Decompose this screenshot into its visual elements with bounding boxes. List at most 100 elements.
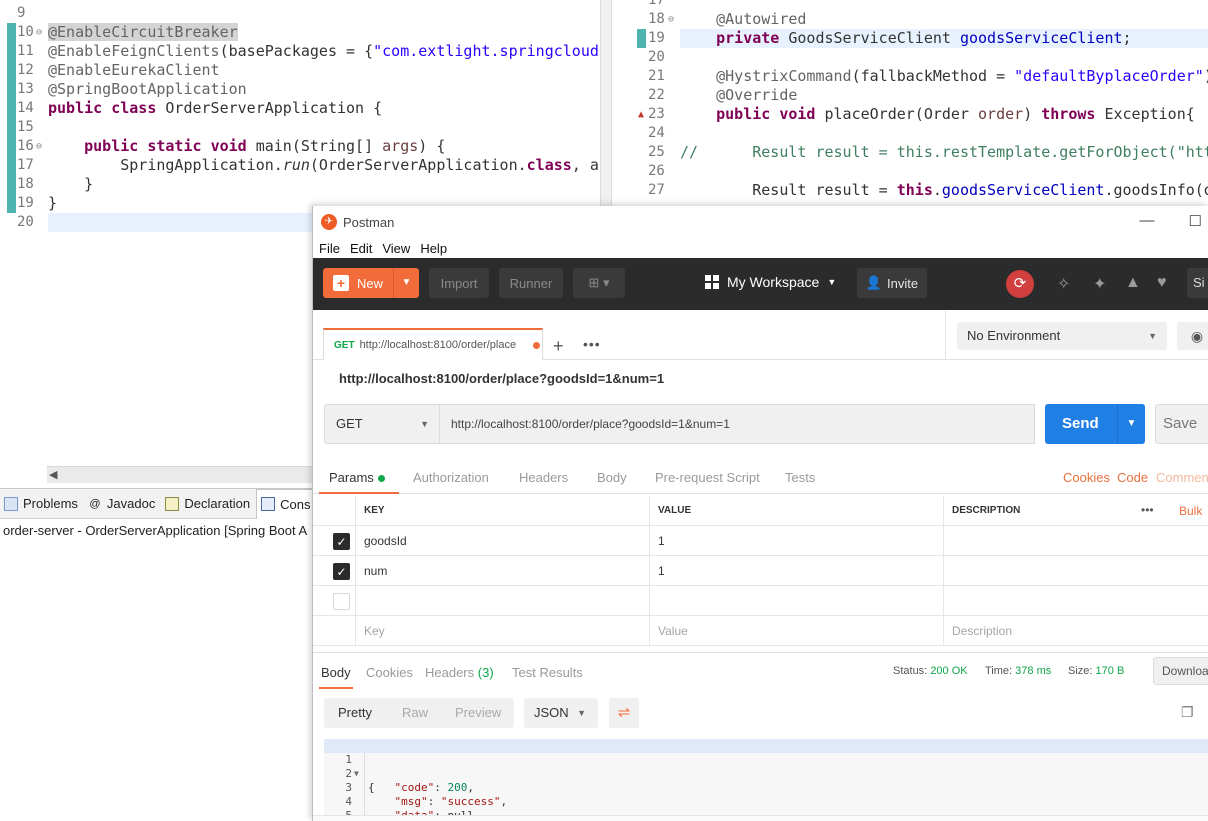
bulk-edit-link[interactable]: Bulk	[1179, 504, 1202, 518]
tab-body[interactable]: Body	[597, 470, 627, 485]
row-checkbox[interactable]	[333, 593, 350, 610]
bell-icon[interactable]: ▲	[1125, 274, 1141, 292]
new-window-button[interactable]: ⊞ ▾	[573, 268, 625, 298]
more-icon[interactable]: •••	[583, 336, 601, 352]
import-button[interactable]: Import	[429, 268, 489, 298]
param-value[interactable]: 1	[649, 526, 943, 556]
save-button[interactable]: Save	[1155, 404, 1208, 444]
raw-button[interactable]: Raw	[402, 705, 428, 720]
response-type-select[interactable]: JSON ▼	[524, 698, 598, 728]
scroll-left-icon[interactable]: ◀	[49, 468, 57, 481]
code-line: 11 @EnableFeignClients(basePackages = {"c…	[0, 42, 600, 61]
code-token: OrderServerApplication {	[156, 99, 383, 117]
sign-in-button[interactable]: Si	[1187, 268, 1208, 298]
at-icon: @	[89, 497, 101, 510]
tab-headers[interactable]: Headers	[519, 470, 568, 485]
download-button[interactable]: Downloa	[1153, 657, 1208, 685]
invite-button[interactable]: 👤 Invite	[857, 268, 927, 298]
row-checkbox[interactable]: ✓	[333, 563, 350, 580]
table-header-row: KEY VALUE DESCRIPTION ••• Bulk	[313, 496, 1208, 526]
param-value[interactable]: 1	[649, 556, 943, 586]
request-tab[interactable]: GET http://localhost:8100/order/place	[323, 328, 543, 360]
editor-order-service[interactable]: 17 18 ⊖ @Autowired 19 private GoodsServiceC…	[612, 0, 1208, 210]
comments-link[interactable]: Commen	[1156, 470, 1208, 485]
param-description[interactable]	[943, 526, 1208, 556]
runner-button[interactable]: Runner	[499, 268, 563, 298]
code-line: 17	[612, 0, 1208, 10]
code-text: public void placeOrder(Order order) thro…	[680, 105, 1195, 124]
time-readout: Time: 378 ms	[985, 665, 1051, 677]
menu-view[interactable]: View	[382, 241, 410, 256]
param-description[interactable]	[943, 586, 1208, 616]
code-text: @HystrixCommand(fallbackMethod = "defaul…	[680, 67, 1208, 86]
tab-test-results[interactable]: Test Results	[512, 665, 583, 680]
tab-authorization[interactable]: Authorization	[413, 470, 489, 485]
chevron-down-icon: ▼	[827, 277, 837, 287]
param-key[interactable]: goodsId	[355, 526, 649, 556]
row-checkbox[interactable]: ✓	[333, 533, 350, 550]
new-button[interactable]: + New ▼	[323, 268, 419, 298]
minimize-icon[interactable]: —	[1140, 212, 1155, 230]
eye-icon[interactable]: ◉	[1177, 322, 1208, 350]
description-input[interactable]: Description	[943, 616, 1208, 646]
cookies-link[interactable]: Cookies	[1063, 470, 1110, 485]
tab-params[interactable]: Params	[329, 470, 385, 485]
pretty-button[interactable]: Pretty	[338, 705, 372, 720]
settings-icon[interactable]: ✦	[1093, 274, 1106, 294]
code-token: Result result =	[680, 181, 897, 199]
add-tab-icon[interactable]: +	[553, 336, 564, 357]
heart-icon[interactable]: ♥	[1157, 274, 1167, 292]
tab-tests[interactable]: Tests	[785, 470, 815, 485]
method-select[interactable]: GET ▼	[324, 404, 440, 444]
key-input[interactable]: Key	[355, 616, 649, 646]
fold-icon[interactable]: ⊖	[36, 137, 42, 156]
code-token: class	[526, 156, 572, 174]
code-line: 21 @HystrixCommand(fallbackMethod = "def…	[612, 67, 1208, 86]
more-icon[interactable]: •••	[1141, 503, 1154, 517]
tab-problems[interactable]: Problems	[0, 489, 84, 519]
tab-javadoc[interactable]: @ Javadoc	[84, 489, 161, 519]
param-key[interactable]	[355, 586, 649, 616]
tab-response-body[interactable]: Body	[321, 665, 351, 680]
tab-declaration[interactable]: Declaration	[161, 489, 256, 519]
chevron-down-icon[interactable]: ▼	[393, 268, 419, 298]
param-key[interactable]: num	[355, 556, 649, 586]
code-line: 5 }	[324, 795, 1208, 821]
value-input[interactable]: Value	[649, 616, 943, 646]
tab-response-headers[interactable]: Headers (3)	[425, 665, 494, 680]
send-button[interactable]: Send ▼	[1045, 404, 1145, 444]
tab-label: Headers	[425, 665, 475, 680]
maximize-icon[interactable]: ☐	[1189, 212, 1202, 230]
code-token: SpringApplication.	[48, 156, 283, 174]
title-bar: ✈ Postman	[313, 206, 1208, 238]
param-description[interactable]	[943, 556, 1208, 586]
environment-select[interactable]: No Environment ▼	[957, 322, 1167, 350]
preview-button[interactable]: Preview	[455, 705, 501, 720]
plus-icon: +	[333, 275, 349, 291]
tab-prerequest-script[interactable]: Pre-request Script	[655, 470, 760, 485]
code-token: @EnableEurekaClient	[48, 61, 220, 79]
code-token: .goodsInfo(o	[1104, 181, 1208, 199]
response-body[interactable]: 1 ▼ { 2 "code": 200, 3 "msg": "success",…	[324, 739, 1208, 821]
chevron-down-icon: ▼	[1148, 331, 1157, 341]
code-link[interactable]: Code	[1117, 470, 1148, 485]
code-line: 27 Result result = this.goodsServiceClie…	[612, 181, 1208, 200]
chevron-down-icon[interactable]: ▼	[1117, 404, 1145, 444]
code-token: )	[1204, 67, 1208, 85]
menu-file[interactable]: File	[319, 241, 340, 256]
line-number: 26	[648, 163, 665, 179]
chevron-down-icon: ▼	[420, 419, 429, 429]
url-input[interactable]: http://localhost:8100/order/place?goodsI…	[440, 404, 1035, 444]
fold-icon[interactable]: ⊖	[668, 10, 674, 29]
menu-help[interactable]: Help	[420, 241, 447, 256]
tab-console[interactable]: Cons	[256, 488, 318, 519]
satellite-icon[interactable]: ✧	[1057, 274, 1070, 294]
menu-edit[interactable]: Edit	[350, 241, 372, 256]
wrap-lines-icon[interactable]: ⇌	[609, 698, 639, 728]
param-value[interactable]	[649, 586, 943, 616]
tab-response-cookies[interactable]: Cookies	[366, 665, 413, 680]
workspace-selector[interactable]: My Workspace ▼	[705, 274, 836, 290]
copy-icon[interactable]: ❐	[1181, 704, 1197, 720]
fold-icon[interactable]: ⊖	[36, 23, 42, 42]
sync-icon[interactable]: ⟳	[1006, 270, 1034, 298]
